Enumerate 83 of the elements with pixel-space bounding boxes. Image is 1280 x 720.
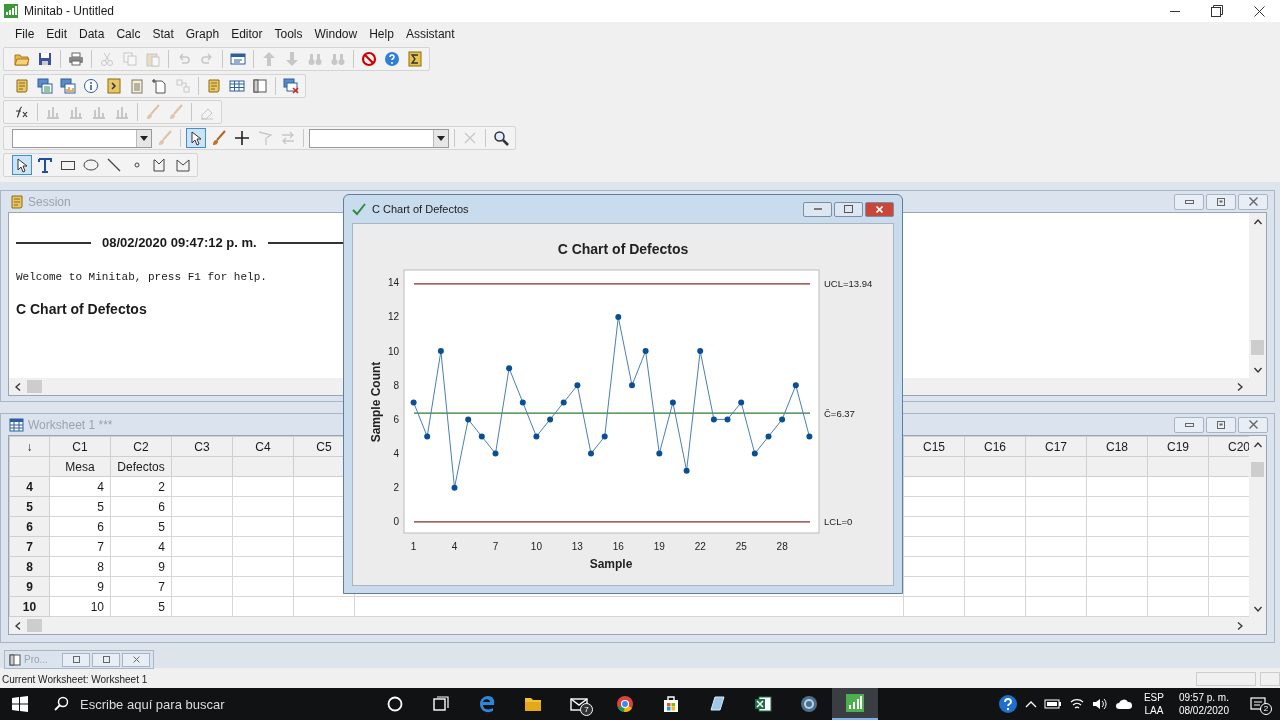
menu-item[interactable]: Calc [111, 22, 146, 45]
table-cell: 10 [49, 596, 111, 617]
column-header: ↓ [9, 436, 50, 457]
menu-item[interactable]: File [10, 22, 40, 45]
tick-label: 14 [387, 277, 399, 289]
menu-item[interactable]: Tools [269, 22, 308, 45]
tick-label: 22 [694, 541, 706, 552]
tick-label: 28 [776, 541, 788, 552]
tick-label: 12 [387, 311, 399, 323]
column-header: C4 [232, 436, 294, 457]
notifications-button[interactable]: 2 [1240, 688, 1276, 720]
tick-label: 4 [451, 541, 458, 552]
session-text: Welcome to Minitab, press F1 for help. [16, 269, 267, 285]
row-header: 4 [9, 476, 50, 497]
menu-item[interactable]: Window [309, 22, 363, 45]
table-cell: 7 [110, 576, 172, 597]
table-cell: 6 [110, 496, 172, 517]
notification-badge: 7 [580, 703, 593, 716]
table-cell: 4 [110, 536, 172, 557]
tick-label: 7 [492, 541, 499, 552]
chart-title: C Chart of Defectos [557, 241, 689, 257]
tick-label: 2 [393, 482, 399, 494]
window-title: Worksheet 1 *** [28, 416, 113, 434]
column-header: C16 [964, 436, 1026, 457]
tick-label: 10 [387, 345, 399, 357]
window-title: Pro... [24, 653, 48, 667]
limit-label: UCL=13.94 [824, 278, 873, 290]
column-header: C1 [49, 436, 111, 457]
limit-label: C̄=6.37 [824, 407, 855, 419]
axis-title: Sample [589, 557, 633, 571]
table-cell: 5 [110, 596, 172, 617]
tick-label: 8 [393, 379, 399, 391]
search-field[interactable]: Escribe aquí para buscar [80, 690, 330, 718]
menu-item[interactable]: Edit [41, 22, 73, 45]
limit-label: LCL=0 [824, 516, 853, 528]
session-heading: C Chart of Defectos [16, 300, 147, 319]
table-cell: 2 [110, 476, 172, 497]
tick-label: 0 [393, 516, 399, 528]
table-cell: 9 [49, 576, 111, 597]
menu-item[interactable]: Editor [226, 22, 268, 45]
column-header: C17 [1025, 436, 1087, 457]
window-title: Session [28, 193, 71, 211]
row-header: 5 [9, 496, 50, 517]
menu-item[interactable]: Assistant [400, 22, 460, 45]
axis-title: Sample Count [369, 361, 383, 443]
menu-item[interactable]: Stat [147, 22, 179, 45]
tick-label: 13 [571, 541, 583, 552]
status-text: Current Worksheet: Worksheet 1 [2, 672, 148, 687]
table-cell: 5 [110, 516, 172, 537]
table-cell: 8 [49, 556, 111, 577]
row-header: 9 [9, 576, 50, 597]
menu-item[interactable]: Data [74, 22, 110, 45]
row-header: 6 [9, 516, 50, 537]
row-header: 8 [9, 556, 50, 577]
column-header: C2 [110, 436, 172, 457]
column-header: C3 [171, 436, 233, 457]
table-cell: 9 [110, 556, 172, 577]
taskbar-app-button[interactable]: 7 [556, 688, 602, 720]
tick-label: 16 [612, 541, 624, 552]
session-timestamp: 08/02/2020 09:47:12 p. m. [101, 234, 258, 252]
input-language-button[interactable]: ESP LAA [1139, 691, 1168, 717]
window-title: C Chart of Defectos [372, 201, 469, 217]
row-header: 10 [9, 596, 50, 617]
tick-label: 10 [530, 541, 542, 552]
table-cell: 6 [49, 516, 111, 537]
table-cell: 5 [49, 496, 111, 517]
tick-label: 25 [735, 541, 747, 552]
tick-label: 1 [410, 541, 417, 552]
column-header: C19 [1147, 436, 1209, 457]
menu-item[interactable]: Graph [180, 22, 225, 45]
column-header: C18 [1086, 436, 1148, 457]
window-title: Minitab - Untitled [24, 3, 115, 20]
clock-button[interactable]: 09:57 p. m. 08/02/2020 [1174, 691, 1233, 717]
tick-label: 4 [393, 448, 399, 460]
column-header: C15 [903, 436, 965, 457]
menu-item[interactable]: Help [364, 22, 399, 45]
tick-label: 6 [393, 413, 399, 425]
table-cell: 4 [49, 476, 111, 497]
tick-label: 19 [653, 541, 665, 552]
table-cell: 7 [49, 536, 111, 557]
notification-count: 2 [1260, 703, 1272, 715]
column-header: C20 [1208, 436, 1249, 457]
row-header: 7 [9, 536, 50, 557]
